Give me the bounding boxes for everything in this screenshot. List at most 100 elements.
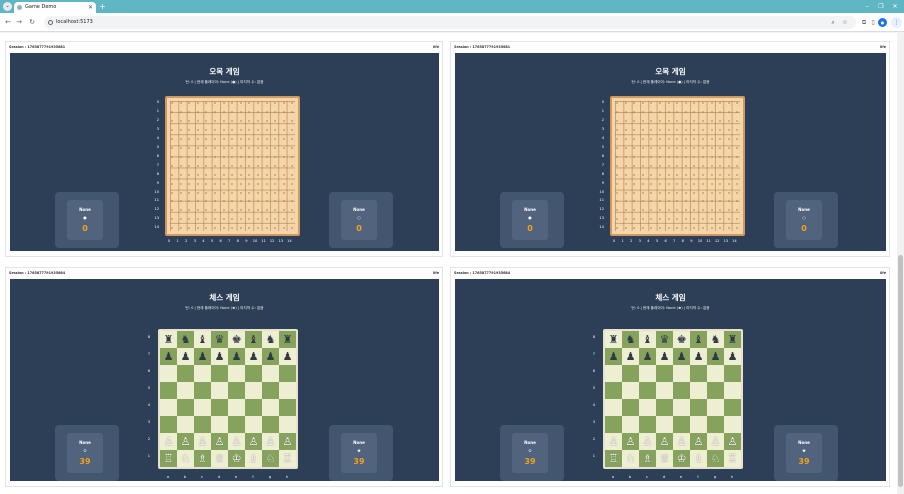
chess-square[interactable] (228, 382, 245, 399)
board-intersection[interactable] (188, 164, 191, 167)
board-intersection[interactable] (667, 128, 670, 131)
board-intersection[interactable] (171, 128, 173, 131)
board-intersection[interactable] (616, 182, 618, 185)
board-intersection[interactable] (641, 164, 644, 167)
board-intersection[interactable] (641, 102, 644, 104)
board-intersection[interactable] (710, 182, 713, 185)
chess-square[interactable]: ♙ (639, 433, 656, 450)
board-intersection[interactable] (222, 164, 225, 167)
chess-piece[interactable]: ♞ (626, 333, 636, 346)
chess-square[interactable]: ♙ (707, 433, 724, 450)
board-intersection[interactable] (659, 191, 661, 194)
chess-square[interactable] (639, 365, 656, 382)
board-intersection[interactable] (231, 164, 234, 167)
board-intersection[interactable] (257, 173, 259, 176)
chess-piece[interactable]: ♜ (609, 333, 619, 346)
board-intersection[interactable] (659, 102, 661, 104)
board-intersection[interactable] (239, 119, 242, 122)
chess-square[interactable]: ♟ (673, 348, 690, 365)
chess-square[interactable] (279, 382, 296, 399)
tab-close-icon[interactable]: ✕ (88, 2, 93, 13)
board-intersection[interactable] (179, 146, 182, 149)
board-intersection[interactable] (684, 173, 687, 176)
board-intersection[interactable] (684, 182, 687, 185)
board-intersection[interactable] (727, 137, 730, 140)
chess-square[interactable]: ♟ (724, 348, 741, 365)
chess-square[interactable] (724, 365, 741, 382)
board-intersection[interactable] (710, 155, 713, 158)
browser-menu-button[interactable]: ⋮ (891, 17, 902, 28)
chess-square[interactable] (262, 416, 279, 433)
board-intersection[interactable] (222, 128, 225, 131)
board-intersection[interactable] (265, 155, 268, 158)
chess-piece[interactable]: ♗ (198, 452, 208, 465)
chess-piece[interactable]: ♟ (694, 350, 704, 363)
chess-square[interactable] (707, 382, 724, 399)
board-intersection[interactable] (633, 146, 636, 149)
board-intersection[interactable] (231, 173, 234, 176)
board-intersection[interactable] (171, 146, 173, 149)
chess-square[interactable] (639, 416, 656, 433)
board-intersection[interactable] (633, 182, 636, 185)
board-intersection[interactable] (624, 110, 627, 113)
board-intersection[interactable] (196, 173, 199, 176)
board-intersection[interactable] (633, 164, 636, 167)
board-intersection[interactable] (710, 137, 713, 140)
chess-square[interactable] (245, 382, 262, 399)
chess-square[interactable]: ♔ (228, 450, 245, 467)
chess-square[interactable] (279, 416, 296, 433)
reload-button[interactable]: ↻ (27, 13, 37, 32)
chess-square[interactable] (707, 365, 724, 382)
board-intersection[interactable] (171, 137, 173, 140)
chess-piece[interactable]: ♙ (609, 435, 619, 448)
chess-square[interactable] (245, 416, 262, 433)
chess-piece[interactable]: ♟ (660, 350, 670, 363)
board-intersection[interactable] (676, 173, 679, 176)
board-intersection[interactable] (624, 102, 627, 104)
board-intersection[interactable] (667, 137, 670, 140)
board-intersection[interactable] (616, 191, 618, 194)
board-intersection[interactable] (727, 119, 730, 122)
board-intersection[interactable] (624, 146, 627, 149)
chess-piece[interactable]: ♜ (728, 333, 738, 346)
chess-piece[interactable]: ♗ (643, 452, 653, 465)
board-intersection[interactable] (222, 173, 225, 176)
chess-square[interactable] (177, 365, 194, 382)
board-intersection[interactable] (641, 119, 644, 122)
chess-piece[interactable]: ♙ (181, 435, 191, 448)
board-intersection[interactable] (265, 191, 268, 194)
new-tab-button[interactable]: + (99, 0, 106, 13)
board-intersection[interactable] (684, 119, 687, 122)
chess-square[interactable]: ♗ (245, 450, 262, 467)
chess-piece[interactable]: ♟ (283, 350, 293, 363)
chess-square[interactable]: ♟ (639, 348, 656, 365)
chess-square[interactable]: ♟ (211, 348, 228, 365)
board-intersection[interactable] (719, 164, 722, 167)
board-intersection[interactable] (179, 119, 182, 122)
board-intersection[interactable] (616, 102, 618, 104)
board-intersection[interactable] (727, 164, 730, 167)
chess-square[interactable]: ♟ (245, 348, 262, 365)
board-intersection[interactable] (676, 191, 679, 194)
chess-square[interactable] (605, 416, 622, 433)
board-intersection[interactable] (239, 182, 242, 185)
chess-square[interactable]: ♙ (262, 433, 279, 450)
chess-piece[interactable]: ♙ (164, 435, 174, 448)
chess-piece[interactable]: ♙ (626, 435, 636, 448)
chess-square[interactable]: ♞ (707, 331, 724, 348)
board-intersection[interactable] (214, 191, 216, 194)
board-intersection[interactable] (179, 102, 182, 104)
board-intersection[interactable] (676, 182, 679, 185)
chess-piece[interactable]: ♜ (283, 333, 293, 346)
chess-piece[interactable]: ♙ (198, 435, 208, 448)
chess-square[interactable]: ♞ (262, 331, 279, 348)
board-intersection[interactable] (727, 110, 730, 113)
board-intersection[interactable] (659, 137, 661, 140)
chess-piece[interactable]: ♙ (283, 435, 293, 448)
chess-square[interactable]: ♚ (673, 331, 690, 348)
board-intersection[interactable] (196, 155, 199, 158)
chess-square[interactable] (262, 399, 279, 416)
chess-square[interactable]: ♗ (639, 450, 656, 467)
chess-piece[interactable]: ♖ (609, 452, 619, 465)
chess-square[interactable]: ♙ (177, 433, 194, 450)
